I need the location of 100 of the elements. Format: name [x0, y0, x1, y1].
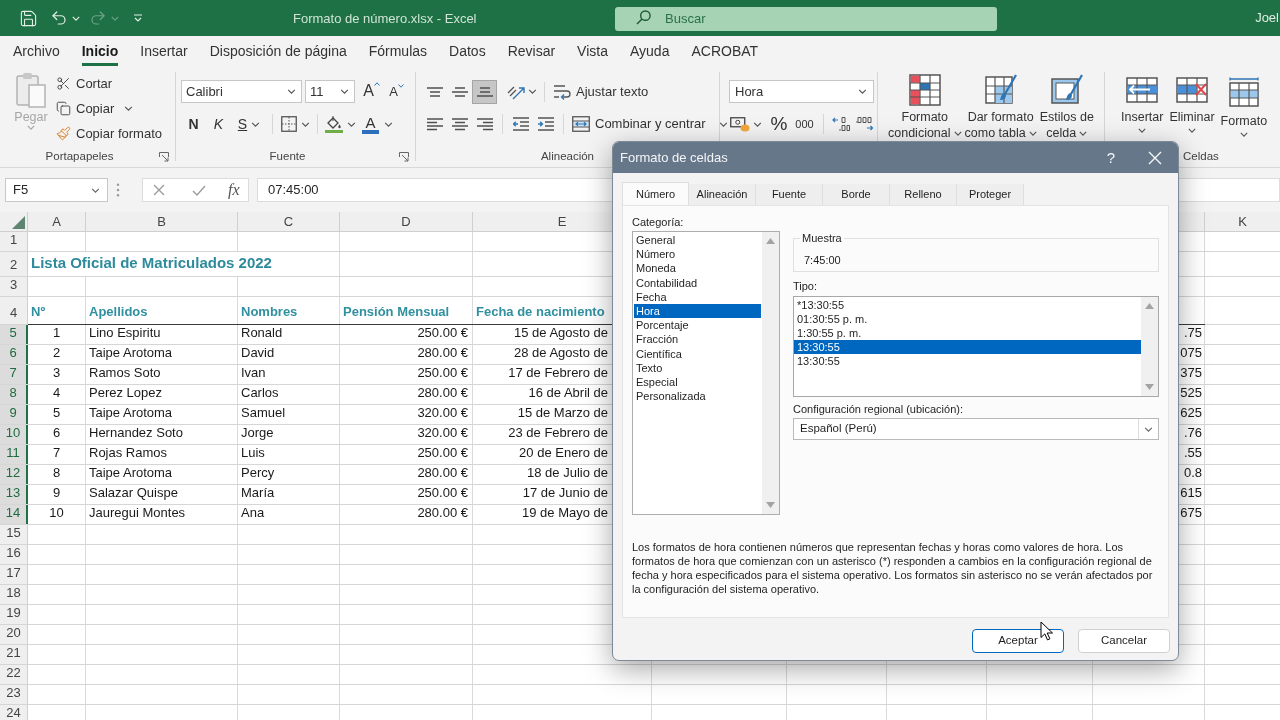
column-header[interactable]: B	[86, 212, 237, 231]
column-header[interactable]: D	[340, 212, 472, 231]
dialog-button[interactable]: Aceptar	[972, 629, 1064, 653]
row-header[interactable]: 15	[0, 525, 27, 544]
row-header[interactable]: 20	[0, 625, 27, 644]
row-header[interactable]: 16	[0, 545, 27, 564]
row-header[interactable]: 21	[0, 645, 27, 664]
copy-button[interactable]: Copiar	[56, 96, 162, 121]
category-item[interactable]: Fracción	[634, 332, 761, 347]
menu-tab[interactable]: Insertar	[140, 36, 188, 66]
shrink-font-button[interactable]: A	[384, 80, 409, 103]
column-header[interactable]: A	[28, 212, 85, 231]
format-as-table-button[interactable]: Dar formato como tabla	[964, 74, 1037, 141]
category-item[interactable]: Hora	[634, 303, 761, 319]
row-header[interactable]: 11	[0, 445, 26, 464]
user-name[interactable]: Joel	[1255, 8, 1280, 28]
wrap-text-button[interactable]: Ajustar texto	[550, 79, 652, 104]
insert-function-button[interactable]: fx	[228, 181, 240, 199]
save-button[interactable]	[19, 8, 38, 28]
delete-cells-button[interactable]: Eliminar	[1169, 77, 1215, 133]
confirm-entry-button[interactable]	[192, 184, 206, 196]
type-item[interactable]: 13:30:55	[794, 340, 1141, 354]
underline-button[interactable]: S	[231, 112, 267, 136]
menu-tab[interactable]: Revisar	[507, 36, 556, 66]
row-header[interactable]: 4	[0, 297, 27, 324]
dialog-tab[interactable]: Borde	[823, 184, 890, 205]
row-header[interactable]: 7	[0, 365, 26, 384]
cut-button[interactable]: Cortar	[56, 71, 162, 96]
dialog-tab[interactable]: Fuente	[756, 184, 823, 205]
font-size-dropdown[interactable]: 11	[305, 80, 355, 103]
scrollbar[interactable]	[762, 232, 779, 514]
category-item[interactable]: Científica	[634, 346, 761, 361]
comma-style-button[interactable]: 000	[791, 112, 818, 136]
dialog-tab[interactable]: Número	[622, 182, 689, 205]
row-header[interactable]: 1	[0, 232, 27, 251]
row-header[interactable]: 23	[0, 685, 27, 704]
number-format-dropdown[interactable]: Hora	[729, 80, 874, 103]
help-button[interactable]: ?	[1104, 148, 1117, 167]
row-header[interactable]: 5	[0, 325, 26, 344]
locale-dropdown[interactable]: Español (Perú)	[793, 418, 1159, 440]
search-field[interactable]: Buscar	[615, 6, 997, 31]
row-header[interactable]: 8	[0, 385, 26, 404]
column-header[interactable]: C	[238, 212, 339, 231]
type-item[interactable]: 01:30:55 p. m.	[794, 312, 1141, 326]
category-item[interactable]: Moneda	[634, 261, 761, 276]
cancel-entry-button[interactable]	[153, 184, 165, 196]
menu-tab[interactable]: Disposición de página	[209, 36, 347, 66]
conditional-format-button[interactable]: Formato condicional	[888, 74, 962, 141]
category-item[interactable]: Texto	[634, 360, 761, 375]
category-item[interactable]: Personalizada	[634, 389, 761, 404]
undo-button[interactable]	[50, 9, 80, 27]
scrollbar[interactable]	[1141, 297, 1158, 396]
dialog-tab[interactable]: Alineación	[689, 184, 756, 205]
cell-styles-button[interactable]: Estilos de celda	[1039, 74, 1094, 141]
category-item[interactable]: Contabilidad	[634, 275, 761, 290]
type-list[interactable]: *13:30:55 01:30:55 p. m. 1:30:55 p. m. 13:30:55 13:30:55	[793, 296, 1159, 397]
dialog-tab[interactable]: Relleno	[890, 184, 957, 205]
menu-tab[interactable]: Datos	[449, 36, 486, 66]
column-header[interactable]: K	[1205, 212, 1280, 231]
align-bottom-button[interactable]	[472, 79, 497, 104]
font-color-button[interactable]: A	[359, 112, 395, 136]
row-header[interactable]: 18	[0, 585, 27, 604]
category-item[interactable]: Fecha	[634, 289, 761, 304]
row-header[interactable]: 17	[0, 565, 27, 584]
row-header[interactable]: 24	[0, 705, 27, 720]
type-item[interactable]: 13:30:55	[794, 354, 1141, 368]
row-header[interactable]: 6	[0, 345, 26, 364]
italic-button[interactable]: K	[206, 112, 231, 136]
category-item[interactable]: Número	[634, 247, 761, 262]
row-header[interactable]: 10	[0, 425, 26, 444]
dialog-button[interactable]: Cancelar	[1078, 629, 1170, 653]
menu-tab[interactable]: Vista	[577, 36, 608, 66]
row-header[interactable]: 22	[0, 665, 27, 684]
row-header[interactable]: 3	[0, 277, 27, 296]
close-button[interactable]	[1148, 150, 1162, 165]
format-painter-button[interactable]: Copiar formato	[56, 121, 162, 146]
dialog-launcher-button[interactable]	[399, 152, 409, 162]
grow-font-button[interactable]: A	[359, 80, 384, 103]
row-header[interactable]: 19	[0, 605, 27, 624]
row-header[interactable]: 14	[0, 505, 26, 524]
menu-tab[interactable]: Archivo	[13, 36, 60, 66]
select-all-corner[interactable]	[0, 212, 27, 231]
type-item[interactable]: 1:30:55 p. m.	[794, 326, 1141, 340]
category-list[interactable]: General Número Moneda Contabilidad Fecha Hora Porcentaje Fracción Científica Texto Especial Personalizada	[632, 231, 780, 515]
dialog-tab[interactable]: Proteger	[957, 184, 1024, 205]
row-header[interactable]: 2	[0, 252, 27, 276]
row-header[interactable]: 9	[0, 405, 26, 424]
menu-tab[interactable]: Fórmulas	[368, 36, 428, 66]
name-box[interactable]: F5	[5, 178, 108, 202]
type-item[interactable]: *13:30:55	[794, 298, 1141, 312]
menu-tab[interactable]: ACROBAT	[691, 36, 759, 66]
category-item[interactable]: General	[634, 233, 761, 248]
format-cells-button[interactable]: Formato	[1220, 77, 1268, 137]
insert-cells-button[interactable]: Insertar	[1121, 77, 1164, 133]
row-header[interactable]: 12	[0, 465, 26, 484]
bold-button[interactable]: N	[181, 112, 206, 136]
category-item[interactable]: Porcentaje	[634, 318, 761, 333]
menu-tab[interactable]: Ayuda	[630, 36, 670, 66]
dialog-launcher-button[interactable]	[159, 152, 169, 162]
customize-toolbar-button[interactable]	[133, 14, 143, 22]
